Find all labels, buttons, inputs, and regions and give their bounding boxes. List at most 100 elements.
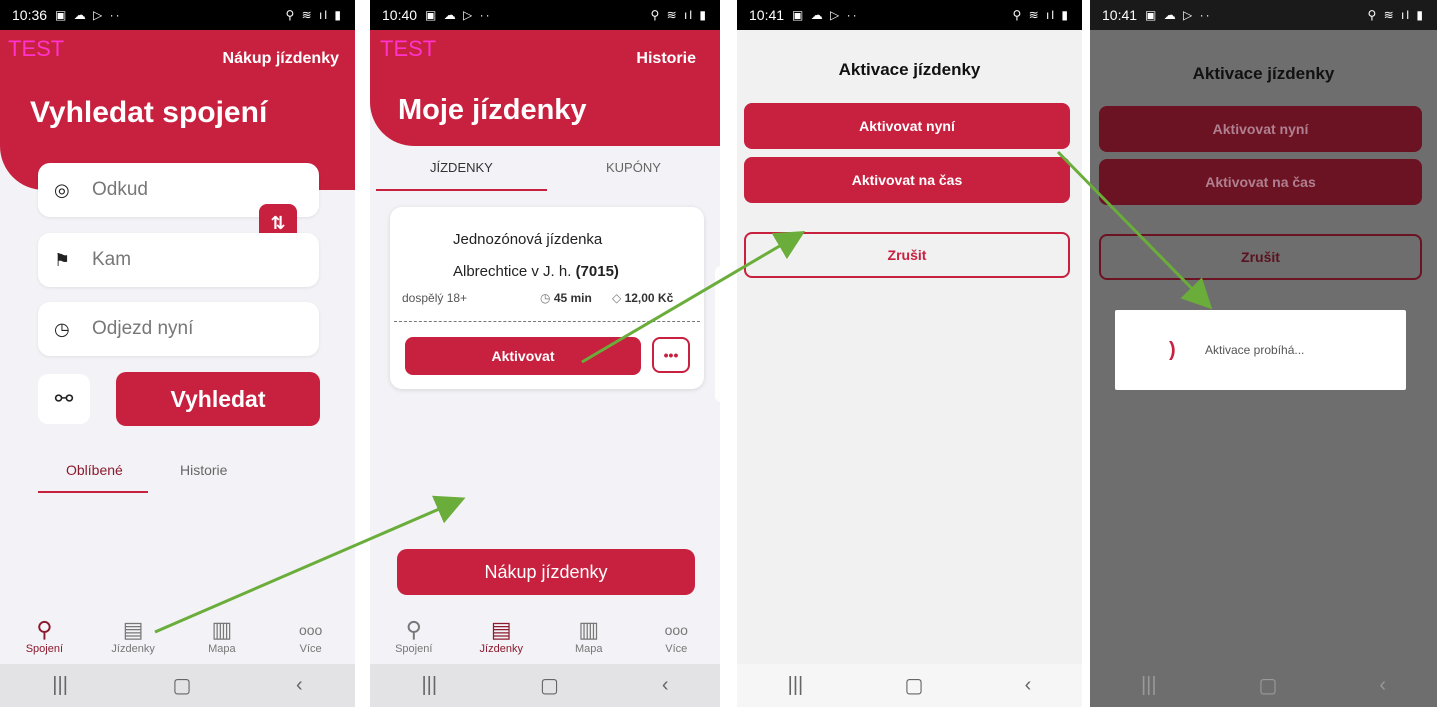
nav-item-tickets[interactable]: ▤ Jízdenky <box>103 617 163 655</box>
from-placeholder: Odkud <box>92 179 148 200</box>
departure-placeholder: Odjezd nyní <box>92 318 194 339</box>
flag-icon: ⚑ <box>54 249 71 270</box>
activate-now-button[interactable]: Aktivovat nyní <box>744 103 1070 149</box>
test-label: TEST <box>8 36 65 61</box>
location-pin-icon: ◎ <box>54 179 70 200</box>
divider <box>394 321 700 322</box>
nav-item-connections[interactable]: ⚲ Spojení <box>14 617 74 655</box>
page-title: Vyhledat spojení <box>30 96 268 129</box>
tab-favorites[interactable]: Oblíbené <box>66 462 123 478</box>
cancel-button: Zrušit <box>1099 234 1422 280</box>
to-field[interactable]: ⚑ Kam <box>38 233 319 287</box>
status-time: 10:41 <box>1102 7 1138 23</box>
activate-at-time-button[interactable]: Aktivovat na čas <box>744 157 1070 203</box>
history-link[interactable]: Historie <box>636 50 696 68</box>
progress-dialog: ) Aktivace probíhá... <box>1115 310 1406 390</box>
back-icon[interactable]: ‹ <box>296 674 303 697</box>
clock-icon: ◷ <box>540 291 554 305</box>
cancel-button[interactable]: Zrušit <box>744 232 1070 278</box>
recent-apps-icon[interactable]: ||| <box>421 674 437 697</box>
search-button[interactable]: Vyhledat <box>116 372 320 426</box>
recent-apps-icon[interactable]: ||| <box>1141 674 1157 697</box>
search-icon: ⚲ <box>36 617 53 642</box>
home-icon[interactable]: ▢ <box>173 673 192 698</box>
status-time: 10:41 <box>749 7 785 23</box>
back-icon[interactable]: ‹ <box>662 674 669 697</box>
more-options-button[interactable]: ••• <box>652 337 690 373</box>
search-icon: ⚲ <box>405 617 422 642</box>
map-icon: ▥ <box>211 617 233 642</box>
bottom-nav: ⚲ Spojení ▤ Jízdenky ▥ Mapa ooo Více <box>370 611 720 664</box>
status-icons-left: ▣ ☁ ▷ ·· <box>425 8 492 22</box>
nav-label: Jízdenky <box>479 643 523 655</box>
buy-ticket-link[interactable]: Nákup jízdenky <box>223 50 339 68</box>
nav-label: Spojení <box>395 643 433 655</box>
system-nav-bar: ||| ▢ ‹ <box>370 664 720 707</box>
screen-my-tickets: 10:40 ▣ ☁ ▷ ·· ⚲ ≋ ıl ▮ TEST Historie Mo… <box>370 0 720 707</box>
ticket-card[interactable]: Jednozónová jízdenka Albrechtice v J. h.… <box>390 207 704 389</box>
status-icons-right: ⚲ ≋ ıl ▮ <box>650 8 708 22</box>
status-bar: 10:40 ▣ ☁ ▷ ·· ⚲ ≋ ıl ▮ <box>370 0 720 30</box>
nav-label: Mapa <box>208 643 236 655</box>
status-time: 10:36 <box>12 7 48 23</box>
status-icons-right: ⚲ ≋ ıl ▮ <box>1367 8 1425 22</box>
activate-button[interactable]: Aktivovat <box>405 337 641 375</box>
nav-item-map[interactable]: ▥ Mapa <box>192 617 252 655</box>
status-bar: 10:41 ▣ ☁ ▷ ·· ⚲ ≋ ıl ▮ <box>1090 0 1437 30</box>
recent-apps-icon[interactable]: ||| <box>52 674 68 697</box>
home-icon[interactable]: ▢ <box>904 673 923 698</box>
status-time: 10:40 <box>382 7 418 23</box>
home-icon[interactable]: ▢ <box>540 673 559 698</box>
map-icon: ▥ <box>578 617 600 642</box>
page-title: Aktivace jízdenky <box>1192 64 1335 83</box>
back-icon[interactable]: ‹ <box>1025 674 1032 697</box>
filter-button[interactable]: ⚯ <box>38 374 90 424</box>
more-icon: ooo <box>664 622 688 638</box>
duration-value: 45 min <box>553 291 592 305</box>
status-icons-left: ▣ ☁ ▷ ·· <box>1145 8 1212 22</box>
nav-item-tickets[interactable]: ▤ Jízdenky <box>471 617 531 655</box>
tab-tickets[interactable]: JÍZDENKY <box>430 160 493 175</box>
activate-at-time-button: Aktivovat na čas <box>1099 159 1422 205</box>
test-label: TEST <box>380 36 437 61</box>
ticket-duration: ◷ 45 min <box>540 291 592 305</box>
nav-label: Více <box>665 643 688 655</box>
more-icon: ooo <box>298 622 323 638</box>
tab-history[interactable]: Historie <box>180 462 227 478</box>
buy-ticket-button[interactable]: Nákup jízdenky <box>397 549 695 595</box>
ticket-tabs: JÍZDENKY KUPÓNY <box>376 156 714 192</box>
nav-item-map[interactable]: ▥ Mapa <box>559 617 619 655</box>
tab-coupons[interactable]: KUPÓNY <box>606 160 661 175</box>
status-icons-left: ▣ ☁ ▷ ·· <box>55 8 122 22</box>
nav-label: Jízdenky <box>111 643 155 655</box>
screen-activation: 10:41 ▣ ☁ ▷ ·· ⚲ ≋ ıl ▮ Aktivace jízdenk… <box>737 0 1082 707</box>
status-icons-right: ⚲ ≋ ıl ▮ <box>1012 8 1070 22</box>
page-title: Aktivace jízdenky <box>838 60 981 79</box>
bottom-nav: ⚲ Spojení ▤ Jízdenky ▥ Mapa ooo Více <box>0 611 355 664</box>
clock-icon: ◷ <box>54 318 70 339</box>
dialog-text: Aktivace probíhá... <box>1205 343 1305 357</box>
status-icons-left: ▣ ☁ ▷ ·· <box>792 8 859 22</box>
nav-label: Více <box>299 643 322 655</box>
price-value: 12,00 Kč <box>624 291 674 305</box>
departure-field[interactable]: ◷ Odjezd nyní <box>38 302 319 356</box>
nav-item-connections[interactable]: ⚲ Spojení <box>384 617 444 655</box>
ticket-price: ◇ 12,00 Kč <box>612 291 673 305</box>
page-title: Moje jízdenky <box>398 94 587 126</box>
back-icon[interactable]: ‹ <box>1379 674 1386 697</box>
system-nav-bar: ||| ▢ ‹ <box>737 664 1082 707</box>
nav-item-more[interactable]: ooo Více <box>281 617 341 655</box>
recent-apps-icon[interactable]: ||| <box>788 674 804 697</box>
ticket-icon: ▤ <box>122 617 144 642</box>
home-icon[interactable]: ▢ <box>1259 673 1278 698</box>
swap-arrows-icon: ⇅ <box>270 212 286 233</box>
spinner-icon: ) <box>1169 338 1176 361</box>
nav-item-more[interactable]: ooo Více <box>646 617 706 655</box>
nav-label: Spojení <box>25 643 64 655</box>
system-nav-bar: ||| ▢ ‹ <box>0 664 355 707</box>
next-card-edge <box>715 266 720 402</box>
route-name: Albrechtice v J. h. <box>453 263 572 280</box>
screen-activation-progress: 10:41 ▣ ☁ ▷ ·· ⚲ ≋ ıl ▮ Aktivace jízdenk… <box>1090 0 1437 707</box>
tab-underline <box>38 491 148 493</box>
passenger-type: dospělý 18+ <box>402 291 468 305</box>
